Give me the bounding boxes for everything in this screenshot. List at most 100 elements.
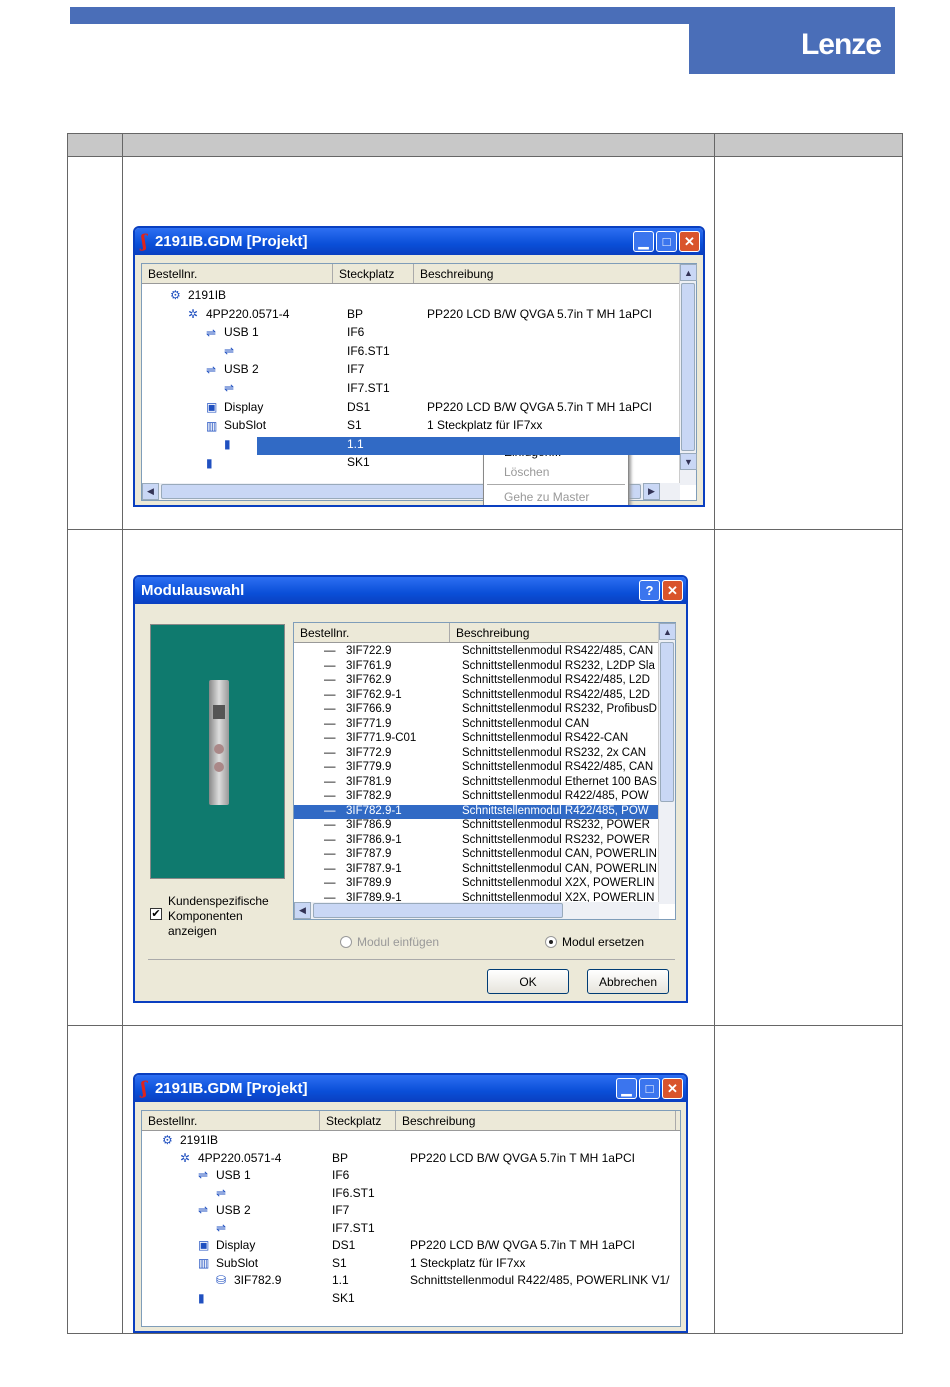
list-item[interactable]: — 3IF766.9 Schnittstellenmodul RS232, Prof… — [294, 703, 659, 717]
list-item[interactable]: — 3IF761.9 Schnittstellenmodul RS232, L2DP… — [294, 660, 659, 674]
tree-node[interactable]: ⇌ — [224, 344, 242, 358]
list-item[interactable]: — 3IF782.9 Schnittstellenmodul R422/485, P… — [294, 790, 659, 804]
tree-node[interactable]: ⚙ 2191IB — [170, 288, 226, 302]
scroll-thumb[interactable] — [681, 283, 695, 451]
tree-row[interactable]: ⇌ IF6.ST1 — [142, 344, 680, 362]
list-item[interactable]: — 3IF786.9-1 Schnittstellenmodul RS232, PO… — [294, 834, 659, 848]
usb-icon: ⇌ — [198, 1168, 209, 1183]
scroll-thumb[interactable] — [660, 642, 674, 802]
ok-button[interactable]: OK — [487, 969, 569, 994]
tree-node[interactable]: ▥ SubSlot — [198, 1256, 258, 1270]
list-item[interactable]: — 3IF762.9 Schnittstellenmodul RS422/485, … — [294, 674, 659, 688]
tree-node[interactable]: ▮ — [206, 455, 224, 469]
minimize-button[interactable]: ▁ — [616, 1078, 637, 1099]
tree-row[interactable]: ▣ Display DS1 PP220 LCD B/W QVGA 5.7in T MH… — [142, 1238, 672, 1256]
vertical-scrollbar[interactable]: ▲ ▼ — [679, 264, 697, 485]
tree-row[interactable]: ⇌ USB 1 IF6 — [142, 325, 680, 343]
scroll-up-icon[interactable]: ▲ — [659, 623, 676, 640]
close-button[interactable]: ✕ — [662, 580, 683, 601]
tree-node[interactable]: ⇌ — [216, 1221, 234, 1235]
tree-node[interactable]: ▥ SubSlot — [206, 418, 266, 432]
tree-row[interactable]: ⇌ IF7.ST1 — [142, 1221, 672, 1239]
tree-row[interactable]: ⇌ USB 2 IF7 — [142, 1203, 672, 1221]
vertical-scrollbar[interactable]: ▲ — [658, 623, 676, 904]
custom-components-checkbox[interactable]: ✔ Kundenspezifische Komponenten anzeigen — [150, 894, 269, 939]
minimize-button[interactable]: ▁ — [633, 231, 654, 252]
tree-node[interactable]: ⚙ 2191IB — [162, 1133, 218, 1147]
tree-node[interactable]: ▮ — [198, 1291, 216, 1305]
tree-node[interactable]: ▣ Display — [198, 1238, 255, 1252]
radio-replace-module[interactable]: Modul ersetzen — [545, 935, 644, 949]
scroll-right-icon[interactable]: ▶ — [643, 483, 660, 500]
list-item[interactable]: — 3IF771.9-C01 Schnittstellenmodul RS422-C… — [294, 732, 659, 746]
tree-node[interactable]: ✲ 4PP220.0571-4 — [180, 1151, 281, 1165]
tree-list[interactable]: Bestellnr. Steckplatz Beschreibung ⚙ 2191… — [141, 1110, 681, 1327]
list-item[interactable]: — 3IF779.9 Schnittstellenmodul RS422/485, … — [294, 761, 659, 775]
tree-row[interactable]: ⚙ 2191IB — [142, 1133, 672, 1151]
col-bestellnr[interactable]: Bestellnr. — [142, 1111, 320, 1130]
list-item[interactable]: — 3IF772.9 Schnittstellenmodul RS232, 2x C… — [294, 747, 659, 761]
scroll-up-icon[interactable]: ▲ — [680, 264, 697, 281]
radio-icon[interactable] — [340, 936, 352, 948]
close-button[interactable]: ✕ — [662, 1078, 683, 1099]
col-bestellnr[interactable]: Bestellnr. — [142, 264, 333, 283]
tree-row[interactable]: ⚙ 2191IB — [142, 288, 680, 306]
tree-row[interactable]: ⇌ IF6.ST1 — [142, 1186, 672, 1204]
tree-row[interactable]: ▣ Display DS1 PP220 LCD B/W QVGA 5.7in T MH… — [142, 400, 680, 418]
h-scroll-thumb[interactable] — [313, 903, 563, 918]
list-item[interactable]: — 3IF781.9 Schnittstellenmodul Ethernet 10… — [294, 776, 659, 790]
tree-row[interactable]: ▥ SubSlot S1 1 Steckplatz für IF7xx — [142, 418, 680, 436]
col-bestellnr[interactable]: Bestellnr. — [294, 623, 450, 642]
col-beschreibung[interactable]: Beschreibung — [414, 264, 681, 283]
radio-icon[interactable] — [545, 936, 557, 948]
tree-row[interactable]: ⇌ USB 2 IF7 — [142, 362, 680, 380]
tree-row[interactable]: ✲ 4PP220.0571-4 BP PP220 LCD B/W QVGA 5.7in… — [142, 307, 680, 325]
tree-node[interactable]: ✲ 4PP220.0571-4 — [188, 307, 289, 321]
tree-node[interactable]: ▣ Display — [206, 400, 263, 414]
list-item[interactable]: — 3IF771.9 Schnittstellenmodul CAN — [294, 718, 659, 732]
list-item[interactable]: — 3IF787.9-1 Schnittstellenmodul CAN, POWE… — [294, 863, 659, 877]
list-item[interactable]: — 3IF786.9 Schnittstellenmodul RS232, POWE… — [294, 819, 659, 833]
tree-node[interactable]: ⛁ 3IF782.9 — [216, 1273, 281, 1287]
checkbox-check-icon[interactable]: ✔ — [150, 908, 162, 920]
list-item[interactable]: — 3IF787.9 Schnittstellenmodul CAN, POWERL… — [294, 848, 659, 862]
tree-row[interactable]: ⛁ 3IF782.9 1.1 Schnittstellenmodul R422/485… — [142, 1273, 672, 1291]
menu-item-goto-master[interactable]: Gehe zu Master — [484, 487, 628, 505]
col-steckplatz[interactable]: Steckplatz — [320, 1111, 396, 1130]
tree-row[interactable]: ▥ SubSlot S1 1 Steckplatz für IF7xx — [142, 1256, 672, 1274]
menu-item-delete[interactable]: Löschen — [484, 462, 628, 482]
tree-node[interactable]: ⇌ USB 2 — [206, 362, 259, 376]
tree-node[interactable]: ⇌ — [224, 381, 242, 395]
list-item[interactable]: — 3IF722.9 Schnittstellenmodul RS422/485, … — [294, 645, 659, 659]
tree-row[interactable]: ⇌ USB 1 IF6 — [142, 1168, 672, 1186]
col-steckplatz[interactable]: Steckplatz — [333, 264, 414, 283]
list-item[interactable]: — 3IF789.9 Schnittstellenmodul X2X, POWERL… — [294, 877, 659, 891]
col-beschreibung[interactable]: Beschreibung — [396, 1111, 676, 1130]
col-beschreibung[interactable]: Beschreibung — [450, 623, 660, 642]
cancel-button[interactable]: Abbrechen — [587, 969, 669, 994]
scroll-left-icon[interactable]: ◀ — [294, 902, 311, 919]
tree-row[interactable]: ✲ 4PP220.0571-4 BP PP220 LCD B/W QVGA 5.7in… — [142, 1151, 672, 1169]
tree-row[interactable]: ▮ 1.1 — [142, 436, 680, 455]
list-item[interactable]: — 3IF782.9-1 Schnittstellenmodul R422/485,… — [294, 804, 659, 819]
tree-node[interactable]: ⇌ USB 1 — [206, 325, 259, 339]
module-list[interactable]: Bestellnr. Beschreibung — 3IF722.9 Schnitt… — [293, 622, 676, 920]
close-button[interactable]: ✕ — [679, 231, 700, 252]
radio-insert-module[interactable]: Modul einfügen — [340, 935, 439, 949]
tree-node[interactable]: ▮ — [224, 437, 242, 451]
tree-node[interactable]: ⇌ USB 1 — [198, 1168, 251, 1182]
selection-highlight — [257, 436, 680, 455]
scroll-down-icon[interactable]: ▼ — [680, 453, 697, 470]
list-item[interactable]: — 3IF762.9-1 Schnittstellenmodul RS422/485… — [294, 689, 659, 703]
horizontal-scrollbar[interactable]: ◀ — [294, 902, 659, 919]
maximize-button[interactable]: □ — [656, 231, 677, 252]
tree-row[interactable]: ▮ SK1 — [142, 1291, 672, 1309]
tree-row[interactable]: ⇌ IF7.ST1 — [142, 381, 680, 399]
help-button[interactable]: ? — [639, 580, 660, 601]
maximize-button[interactable]: □ — [639, 1078, 660, 1099]
tree-node[interactable]: ⇌ USB 2 — [198, 1203, 251, 1217]
scroll-left-icon[interactable]: ◀ — [142, 483, 159, 500]
tree-line-icon: — — [324, 761, 336, 773]
title-bar: ʃ 2191IB.GDM [Projekt] ▁ □ ✕ — [135, 228, 703, 255]
tree-node[interactable]: ⇌ — [216, 1186, 234, 1200]
